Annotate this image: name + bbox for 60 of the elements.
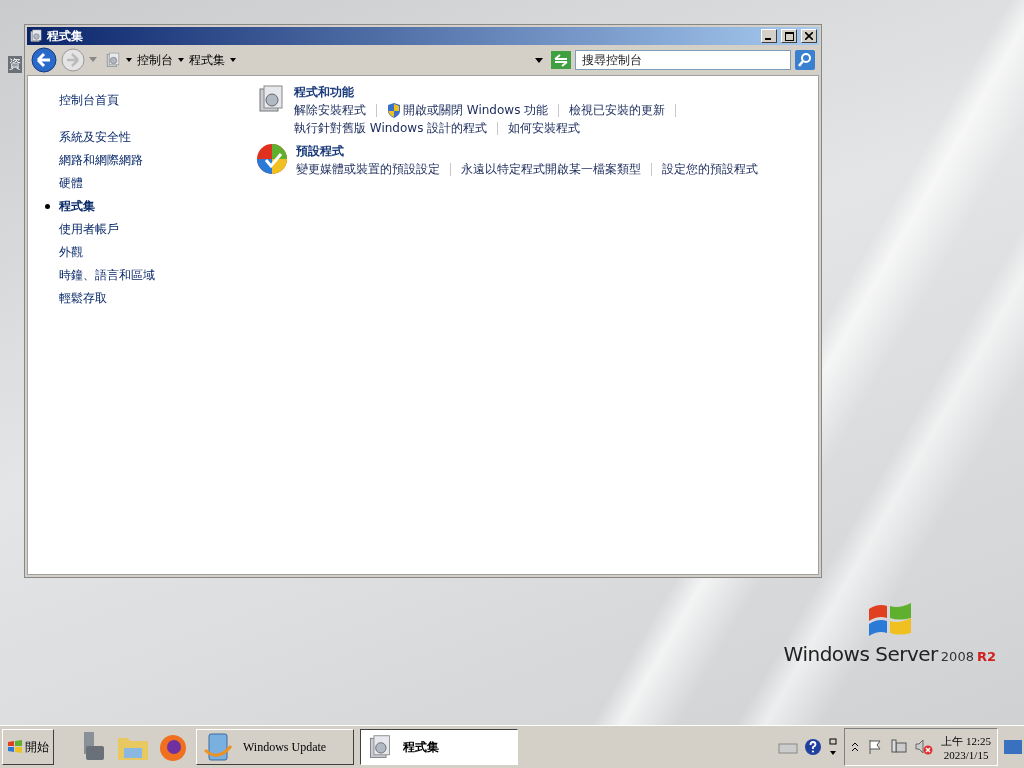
taskbar-button[interactable]: Windows Update	[196, 729, 354, 765]
clock-time: 上午 12:25	[941, 733, 991, 749]
back-button[interactable]	[31, 47, 57, 73]
speaker-muted-icon[interactable]	[915, 739, 934, 755]
sidebar-item[interactable]: 硬體	[36, 175, 236, 192]
sidebar-item[interactable]: 網路和網際網路	[36, 152, 236, 169]
programs-icon	[367, 734, 393, 760]
sidebar-item[interactable]: 外觀	[36, 244, 236, 261]
task-link[interactable]: 開啟或關閉 Windows 功能	[387, 102, 549, 119]
sidebar-item[interactable]: 控制台首頁	[36, 92, 236, 109]
update-icon	[203, 732, 233, 762]
close-icon	[805, 32, 813, 40]
start-button[interactable]: 開始	[2, 729, 54, 765]
shield-icon	[387, 103, 401, 118]
clock-date: 2023/1/15	[943, 748, 989, 761]
clock[interactable]: 上午 12:25 2023/1/15	[941, 733, 991, 761]
maximize-icon	[784, 31, 794, 41]
chevron-up-icon[interactable]	[851, 742, 860, 752]
taskbar-button[interactable]: 程式集	[360, 729, 518, 765]
help-icon[interactable]	[804, 738, 823, 756]
default-programs-icon	[256, 143, 288, 175]
window-icon	[29, 29, 43, 43]
task-link[interactable]: 永遠以特定程式開啟某一檔案類型	[461, 161, 641, 178]
sidebar-item[interactable]: 系統及安全性	[36, 129, 236, 146]
caret-icon[interactable]	[126, 58, 132, 62]
refresh-button[interactable]	[551, 51, 571, 69]
logo-name: Windows Server	[783, 642, 938, 666]
windows-flag-icon	[7, 739, 23, 755]
flag-icon[interactable]	[867, 739, 884, 755]
task-link[interactable]: 檢視已安裝的更新	[569, 102, 666, 119]
sidebar-item[interactable]: 時鐘、語言和區域	[36, 267, 236, 284]
task-link[interactable]: 如何安裝程式	[508, 120, 581, 137]
category-title[interactable]: 程式和功能	[294, 84, 687, 101]
desktop-icon-label[interactable]: 資	[8, 56, 22, 73]
window-title: 程式集	[47, 27, 84, 45]
logo-version: 2008	[940, 649, 974, 664]
close-button[interactable]	[801, 29, 817, 43]
task-link[interactable]: 設定您的預設程式	[662, 161, 758, 178]
breadcrumb[interactable]: 控制台	[137, 51, 173, 69]
search-button[interactable]	[795, 50, 815, 70]
task-link[interactable]: 執行針對舊版 Windows 設計的程式	[294, 120, 488, 137]
breadcrumb[interactable]: 程式集	[189, 51, 225, 69]
address-dropdown-icon[interactable]	[535, 57, 543, 63]
task-link[interactable]: 解除安裝程式	[294, 102, 366, 119]
programs-icon	[256, 84, 286, 114]
caret-icon[interactable]	[178, 58, 184, 62]
maximize-button[interactable]	[781, 29, 797, 43]
category-title[interactable]: 預設程式	[296, 143, 758, 160]
selected-bullet-icon	[45, 204, 50, 209]
sidebar-item[interactable]: 程式集	[36, 198, 236, 215]
restore-toolbar-icon[interactable]	[828, 738, 839, 756]
minimize-button[interactable]	[761, 29, 777, 43]
logo-edition: R2	[976, 649, 996, 664]
sidebar-item[interactable]: 輕鬆存取	[36, 290, 236, 307]
sidebar-item[interactable]: 使用者帳戶	[36, 221, 236, 238]
caret-icon[interactable]	[230, 58, 236, 62]
network-icon[interactable]	[891, 739, 908, 755]
task-link[interactable]: 變更媒體或裝置的預設設定	[296, 161, 440, 178]
search-field[interactable]: 搜尋控制台	[575, 50, 791, 70]
address-bar[interactable]: 控制台 程式集	[101, 50, 547, 70]
